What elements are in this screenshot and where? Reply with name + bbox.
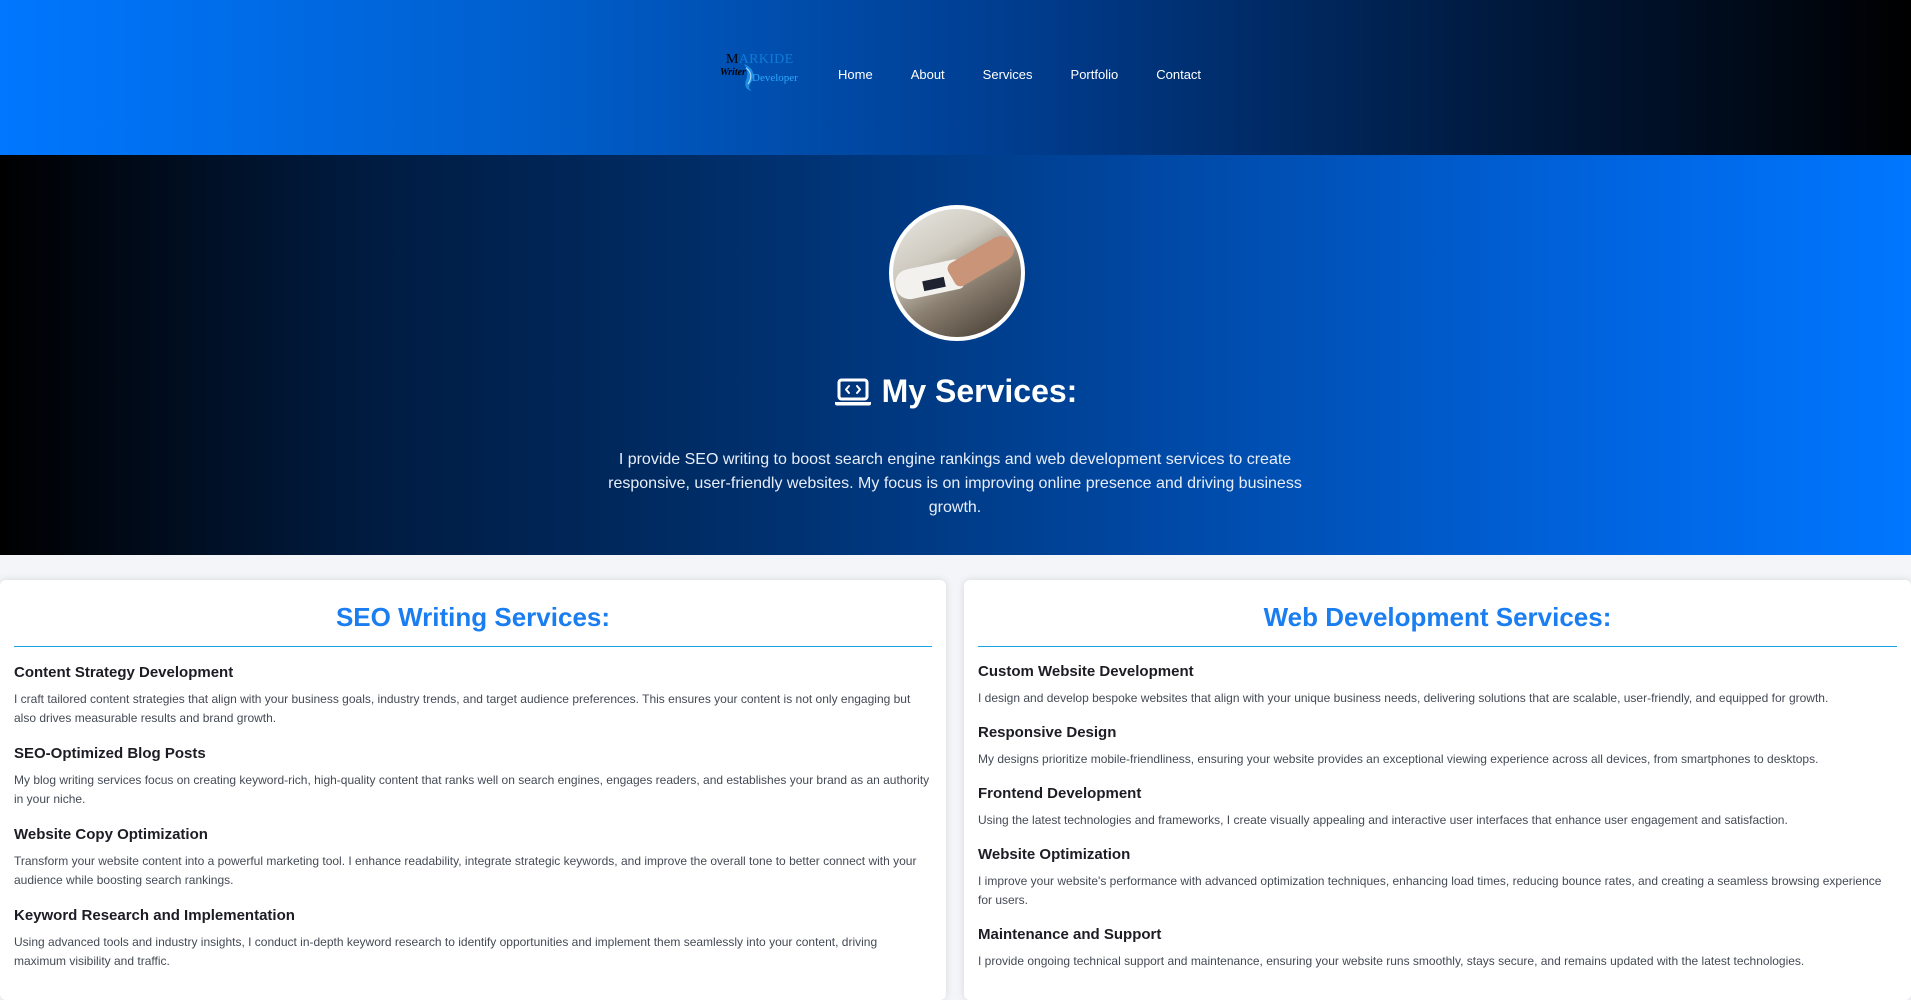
service-item-title: Maintenance and Support <box>978 926 1162 943</box>
service-item: SEO-Optimized Blog Posts My blog writing… <box>14 745 932 809</box>
service-item-title: Website Copy Optimization <box>14 826 208 843</box>
service-cards: SEO Writing Services: Content Strategy D… <box>0 580 1911 1000</box>
service-item-text: I design and develop bespoke websites th… <box>978 691 1829 705</box>
seo-services-title: SEO Writing Services: <box>335 602 611 632</box>
service-item: Responsive Design My designs prioritize … <box>978 724 1897 769</box>
service-item: Custom Website Development I design and … <box>978 663 1897 708</box>
service-item-title: Responsive Design <box>978 724 1117 741</box>
page-title: My Services: <box>0 373 1911 410</box>
nav-contact[interactable]: Contact <box>1156 67 1201 82</box>
web-dev-services-card: Web Development Services: Custom Website… <box>964 580 1911 1000</box>
service-item-text: My designs prioritize mobile-friendlines… <box>978 752 1819 766</box>
page-title-text: My Services: <box>881 373 1078 409</box>
laptop-code-icon <box>834 378 871 405</box>
service-item-text: My blog writing services focus on creati… <box>14 773 930 806</box>
site-header: MARKIDE Writer Developer Home About Serv… <box>0 0 1911 155</box>
service-item: Frontend Development Using the latest te… <box>978 785 1897 830</box>
services-hero: My Services: I provide SEO writing to bo… <box>0 155 1911 555</box>
service-item-title: SEO-Optimized Blog Posts <box>14 745 206 762</box>
service-item-text: I craft tailored content strategies that… <box>14 692 911 725</box>
service-item-text: Using the latest technologies and framew… <box>978 813 1788 827</box>
service-item: Maintenance and Support I provide ongoin… <box>978 926 1897 971</box>
seo-title-divider <box>14 646 932 647</box>
seo-services-card: SEO Writing Services: Content Strategy D… <box>0 580 946 1000</box>
header-inner: MARKIDE Writer Developer Home About Serv… <box>718 50 1239 98</box>
logo-developer-text: Developer <box>752 72 798 84</box>
handshake-avatar-image <box>889 205 1025 341</box>
hero-description: I provide SEO writing to boost search en… <box>608 451 1302 516</box>
avatar-hand-right <box>945 231 1019 289</box>
nav-home[interactable]: Home <box>838 67 873 82</box>
service-item-title: Website Optimization <box>978 846 1131 863</box>
web-dev-services-title: Web Development Services: <box>1263 602 1612 632</box>
nav-about[interactable]: About <box>911 67 945 82</box>
site-logo[interactable]: MARKIDE Writer Developer <box>718 50 804 98</box>
web-dev-title-divider <box>978 646 1897 647</box>
service-item-title: Frontend Development <box>978 785 1142 802</box>
service-item-text: I provide ongoing technical support and … <box>978 954 1805 968</box>
service-item-title: Content Strategy Development <box>14 664 234 681</box>
service-item-text: I improve your website's performance wit… <box>978 874 1882 907</box>
service-item-title: Custom Website Development <box>978 663 1194 680</box>
service-item-text: Using advanced tools and industry insigh… <box>14 935 878 968</box>
service-item: Keyword Research and Implementation Usin… <box>14 907 932 971</box>
service-item: Website Optimization I improve your webs… <box>978 846 1897 910</box>
main-nav: Home About Services Portfolio Contact <box>838 67 1239 82</box>
service-item: Content Strategy Development I craft tai… <box>14 664 932 728</box>
nav-portfolio[interactable]: Portfolio <box>1071 67 1119 82</box>
nav-services[interactable]: Services <box>983 67 1033 82</box>
service-item-title: Keyword Research and Implementation <box>14 907 295 924</box>
service-item: Website Copy Optimization Transform your… <box>14 826 932 890</box>
service-item-text: Transform your website content into a po… <box>14 854 917 887</box>
